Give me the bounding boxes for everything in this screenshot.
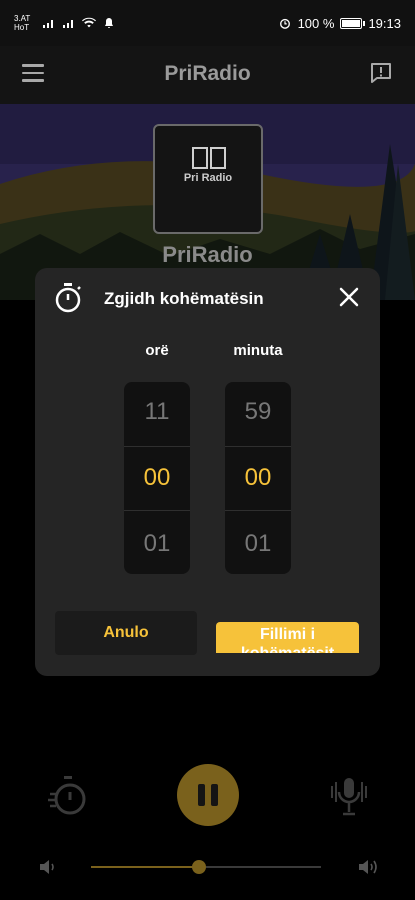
signal-icon <box>43 20 53 28</box>
alarm-icon <box>279 18 290 29</box>
hours-picker[interactable]: 11 00 01 <box>124 382 190 574</box>
close-icon[interactable] <box>338 286 360 308</box>
hours-next: 01 <box>143 530 171 557</box>
wifi-icon <box>82 17 96 28</box>
carrier-label: 3.AT HoT <box>14 14 31 32</box>
report-icon[interactable] <box>369 61 393 85</box>
battery-percent: 100 % <box>297 15 335 31</box>
app-bar: PriRadio <box>0 46 415 104</box>
minutes-next: 01 <box>244 530 272 557</box>
minutes-selected: 00 <box>244 464 272 491</box>
app-title: PriRadio <box>164 62 251 85</box>
timer-dialog: Zgjidh kohëmatësin orë minuta 11 00 01 5… <box>35 268 380 676</box>
minutes-label: minuta <box>233 342 283 359</box>
logo-mark-icon <box>192 147 226 169</box>
status-bar: 3.AT HoT 100 % 19:13 <box>0 0 415 46</box>
station-logo: Pri Radio <box>153 124 263 234</box>
station-name: PriRadio <box>162 242 253 267</box>
sleep-timer-icon[interactable] <box>48 774 88 818</box>
cancel-button[interactable]: Anulo <box>55 611 197 655</box>
volume-slider[interactable] <box>91 856 321 878</box>
signal-icon <box>63 20 73 28</box>
minutes-picker[interactable]: 59 00 01 <box>225 382 291 574</box>
hours-selected: 00 <box>143 464 171 491</box>
minutes-prev: 59 <box>244 398 272 425</box>
battery-icon <box>340 17 366 29</box>
microphone-icon[interactable] <box>328 774 370 818</box>
hours-label: orë <box>145 342 169 359</box>
dialog-title: Zgjidh kohëmatësin <box>104 289 264 308</box>
notification-icon <box>105 18 113 28</box>
pause-button[interactable] <box>177 764 239 826</box>
start-timer-button[interactable]: Fillimi i kohëmatësit <box>216 622 359 653</box>
volume-low-icon <box>40 860 54 874</box>
volume-high-icon <box>359 860 377 874</box>
hours-prev: 11 <box>144 398 170 425</box>
stopwatch-icon <box>55 283 81 313</box>
clock: 19:13 <box>368 15 401 31</box>
volume-slider-thumb[interactable] <box>192 860 207 874</box>
